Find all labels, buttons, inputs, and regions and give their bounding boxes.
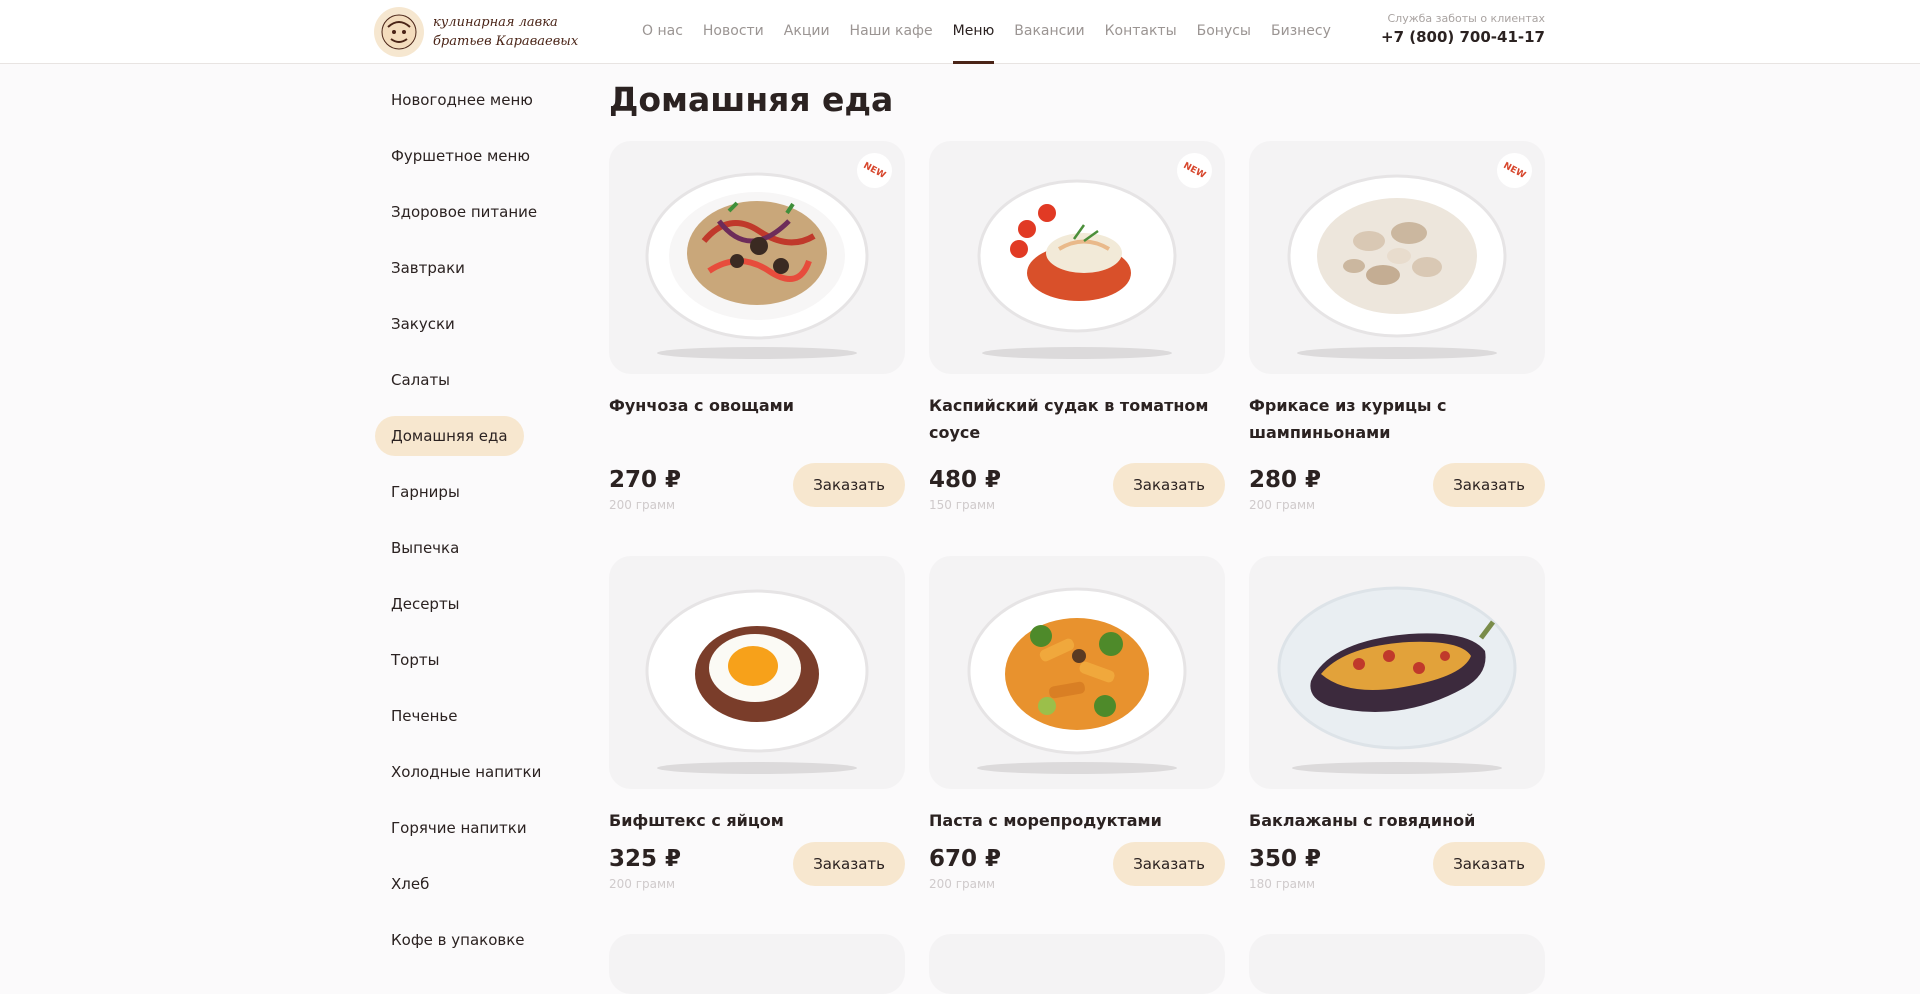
product-card[interactable]: Баклажаны с говядиной 350 ₽ 180 грамм За… bbox=[1249, 556, 1545, 898]
product-image[interactable]: NEW bbox=[1249, 141, 1545, 374]
sidebar-item-buffet-menu[interactable]: Фуршетное меню bbox=[375, 136, 546, 176]
product-name[interactable]: Паста с морепродуктами bbox=[929, 807, 1225, 834]
product-card[interactable] bbox=[609, 934, 905, 994]
product-card[interactable]: NEW Каспийский судак в томатном соусе 48… bbox=[929, 141, 1225, 519]
product-footer: 350 ₽ 180 грамм Заказать bbox=[1249, 834, 1545, 898]
order-button[interactable]: Заказать bbox=[793, 463, 905, 507]
sidebar-item-salads[interactable]: Салаты bbox=[375, 360, 466, 400]
nav-cafes[interactable]: Наши кафе bbox=[850, 0, 933, 64]
order-button[interactable]: Заказать bbox=[1113, 842, 1225, 886]
sidebar-item-home-food[interactable]: Домашняя еда bbox=[375, 416, 524, 456]
sidebar-item-healthy-food[interactable]: Здоровое питание bbox=[375, 192, 553, 232]
product-price: 280 ₽ bbox=[1249, 467, 1322, 493]
product-name[interactable]: Баклажаны с говядиной bbox=[1249, 807, 1545, 834]
sidebar-item-bakery[interactable]: Выпечка bbox=[375, 528, 475, 568]
product-footer: 270 ₽ 200 грамм Заказать bbox=[609, 455, 905, 519]
sidebar-item-bread[interactable]: Хлеб bbox=[375, 864, 445, 904]
product-image[interactable] bbox=[929, 556, 1225, 789]
product-card[interactable] bbox=[1249, 934, 1545, 994]
product-name[interactable]: Фунчоза с овощами bbox=[609, 392, 905, 446]
sidebar-item-cookies[interactable]: Печенье bbox=[375, 696, 473, 736]
sidebar-item-cakes[interactable]: Торты bbox=[375, 640, 455, 680]
sidebar-item-packaged-coffee[interactable]: Кофе в упаковке bbox=[375, 920, 541, 960]
product-image[interactable] bbox=[1249, 934, 1545, 994]
product-price: 350 ₽ bbox=[1249, 846, 1322, 872]
nav-vacancies[interactable]: Вакансии bbox=[1014, 0, 1084, 64]
site-header: кулинарная лавка братьев Караваевых О на… bbox=[0, 0, 1920, 64]
main-nav: О нас Новости Акции Наши кафе Меню Вакан… bbox=[642, 0, 1351, 64]
product-name[interactable]: Фрикасе из курицы с шампиньонами bbox=[1249, 392, 1545, 446]
order-button[interactable]: Заказать bbox=[1433, 842, 1545, 886]
product-card[interactable] bbox=[929, 934, 1225, 994]
product-weight: 200 грамм bbox=[1249, 498, 1316, 512]
product-name[interactable]: Бифштекс с яйцом bbox=[609, 807, 905, 834]
nav-promotions[interactable]: Акции bbox=[784, 0, 830, 64]
product-image[interactable] bbox=[1249, 556, 1545, 789]
product-price: 480 ₽ bbox=[929, 467, 1002, 493]
sidebar-item-new-year-menu[interactable]: Новогоднее меню bbox=[375, 80, 549, 120]
product-weight: 200 грамм bbox=[609, 498, 676, 512]
product-weight: 200 грамм bbox=[929, 877, 996, 891]
nav-about[interactable]: О нас bbox=[642, 0, 683, 64]
sidebar-item-hot-drinks[interactable]: Горячие напитки bbox=[375, 808, 543, 848]
product-card[interactable]: Паста с морепродуктами 670 ₽ 200 грамм З… bbox=[929, 556, 1225, 898]
product-name[interactable]: Каспийский судак в томатном соусе bbox=[929, 392, 1225, 446]
product-footer: 670 ₽ 200 грамм Заказать bbox=[929, 834, 1225, 898]
sidebar-item-breakfast[interactable]: Завтраки bbox=[375, 248, 481, 288]
sidebar-item-desserts[interactable]: Десерты bbox=[375, 584, 476, 624]
product-price: 270 ₽ bbox=[609, 467, 682, 493]
order-button[interactable]: Заказать bbox=[1433, 463, 1545, 507]
product-card[interactable]: NEW Фрикасе из курицы с шампиньонами 280… bbox=[1249, 141, 1545, 519]
product-image[interactable] bbox=[609, 934, 905, 994]
sidebar-item-side-dishes[interactable]: Гарниры bbox=[375, 472, 476, 512]
product-weight: 180 грамм bbox=[1249, 877, 1316, 891]
product-price: 325 ₽ bbox=[609, 846, 682, 872]
page-title: Домашняя еда bbox=[609, 80, 894, 119]
nav-business[interactable]: Бизнесу bbox=[1271, 0, 1331, 64]
brothers-logo-icon bbox=[374, 7, 424, 57]
logo-link[interactable]: кулинарная лавка братьев Караваевых bbox=[374, 7, 578, 57]
product-footer: 325 ₽ 200 грамм Заказать bbox=[609, 834, 905, 898]
eggplant-beef-dish-icon bbox=[1277, 586, 1517, 774]
product-grid: NEW Фунчоза с овощами 270 ₽ 200 грамм За… bbox=[609, 141, 1545, 994]
sidebar-item-cold-drinks[interactable]: Холодные напитки bbox=[375, 752, 557, 792]
sidebar-item-snacks[interactable]: Закуски bbox=[375, 304, 471, 344]
seafood-pasta-dish-icon bbox=[967, 587, 1187, 774]
support-phone-link[interactable]: +7 (800) 700-41-17 bbox=[1381, 28, 1545, 46]
product-image[interactable]: NEW bbox=[609, 141, 905, 374]
product-image[interactable] bbox=[929, 934, 1225, 994]
product-footer: 280 ₽ 200 грамм Заказать bbox=[1249, 455, 1545, 519]
product-card[interactable]: NEW Фунчоза с овощами 270 ₽ 200 грамм За… bbox=[609, 141, 905, 519]
product-image[interactable]: NEW bbox=[929, 141, 1225, 374]
nav-contacts[interactable]: Контакты bbox=[1105, 0, 1177, 64]
product-footer: 480 ₽ 150 грамм Заказать bbox=[929, 455, 1225, 519]
customer-support: Служба заботы о клиентах +7 (800) 700-41… bbox=[1381, 12, 1545, 46]
beefsteak-egg-dish-icon bbox=[645, 589, 869, 774]
order-button[interactable]: Заказать bbox=[793, 842, 905, 886]
nav-news[interactable]: Новости bbox=[703, 0, 764, 64]
support-label: Служба заботы о клиентах bbox=[1387, 12, 1545, 25]
nav-menu[interactable]: Меню bbox=[952, 0, 994, 64]
nav-bonuses[interactable]: Бонусы bbox=[1197, 0, 1251, 64]
product-image[interactable] bbox=[609, 556, 905, 789]
product-weight: 200 грамм bbox=[609, 877, 676, 891]
product-price: 670 ₽ bbox=[929, 846, 1002, 872]
product-weight: 150 грамм bbox=[929, 498, 996, 512]
logo-text: кулинарная лавка братьев Караваевых bbox=[433, 15, 579, 49]
category-sidebar: Новогоднее меню Фуршетное меню Здоровое … bbox=[375, 80, 575, 976]
order-button[interactable]: Заказать bbox=[1113, 463, 1225, 507]
product-card[interactable]: Бифштекс с яйцом 325 ₽ 200 грамм Заказат… bbox=[609, 556, 905, 898]
